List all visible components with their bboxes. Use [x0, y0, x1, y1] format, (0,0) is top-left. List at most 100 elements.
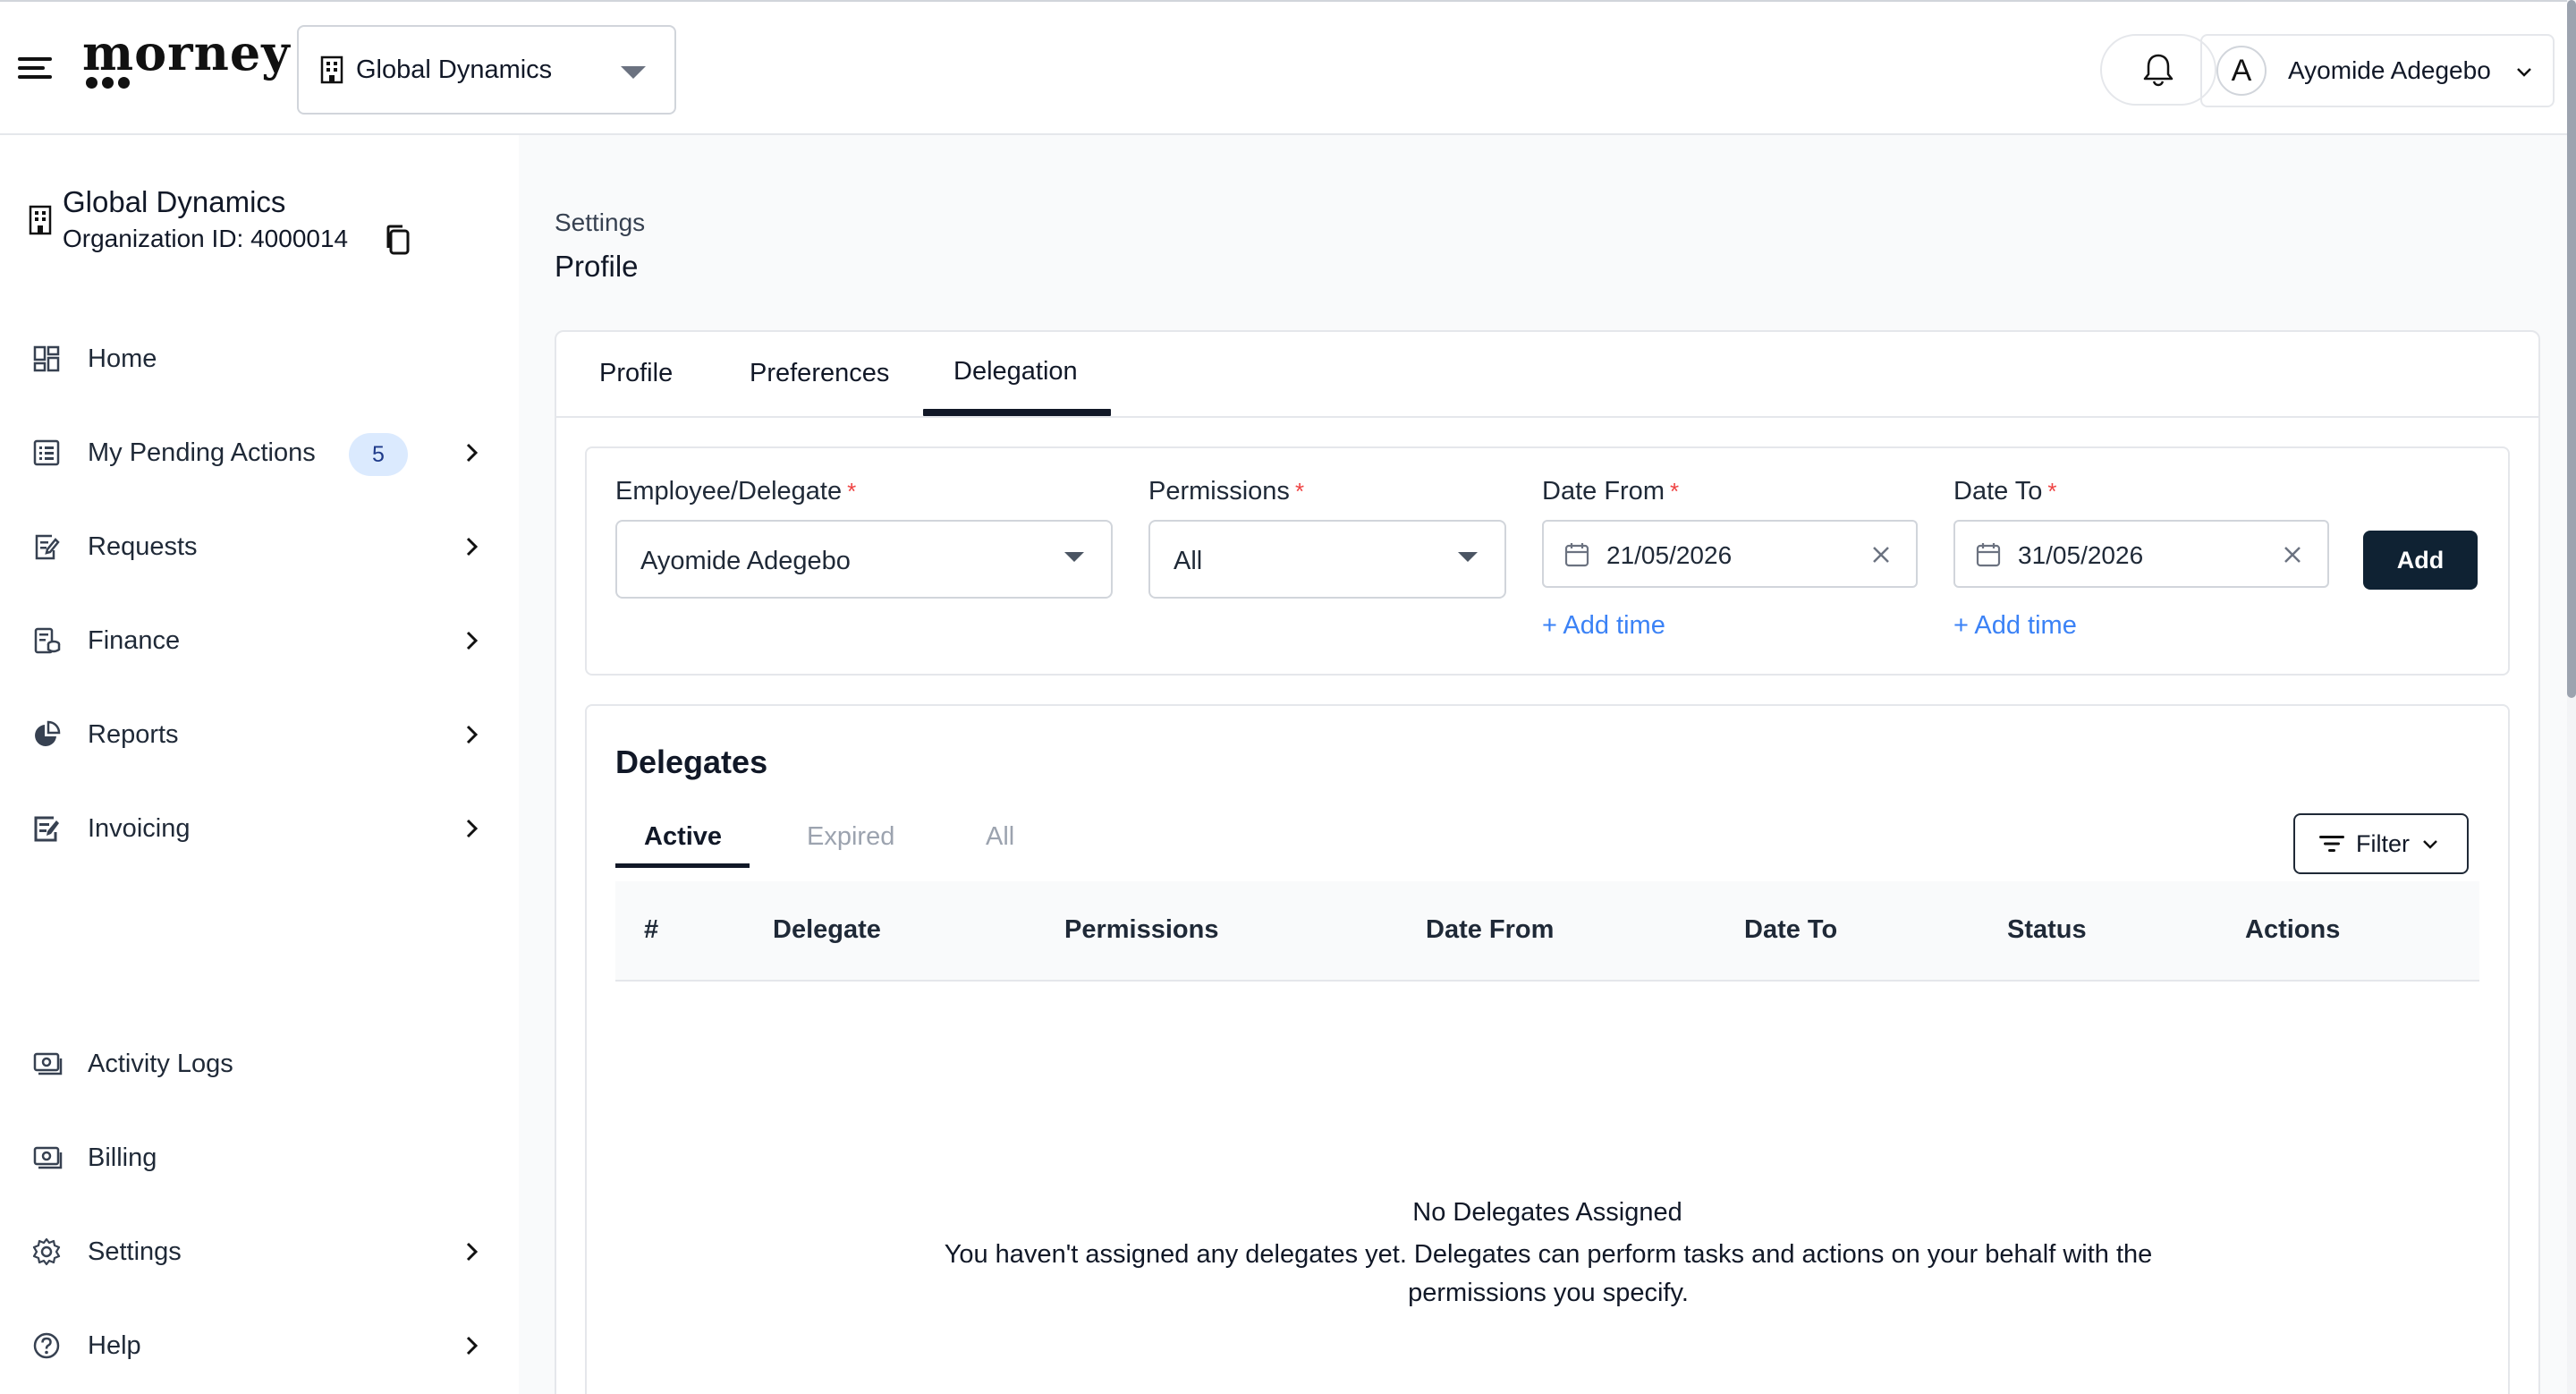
sidebar-item-reports[interactable]: Reports [0, 699, 519, 770]
employee-delegate-select[interactable]: Ayomide Adegebo [615, 520, 1113, 599]
edit-document-icon [32, 532, 61, 561]
hamburger-menu-icon[interactable] [16, 52, 54, 84]
pie-chart-icon [32, 720, 61, 749]
tab-delegation[interactable]: Delegation [953, 357, 1078, 387]
scrollbar-thumb[interactable] [2567, 0, 2576, 698]
date-to-picker[interactable]: 31/05/2026 [1953, 520, 2329, 588]
building-icon [29, 205, 52, 235]
sidebar-item-label: Reports [88, 719, 179, 749]
chevron-down-icon [2513, 61, 2535, 82]
caret-down-icon [621, 66, 646, 79]
employee-delegate-value: Ayomide Adegebo [640, 547, 851, 575]
date-from-add-time-link[interactable]: + Add time [1542, 611, 1665, 641]
empty-state-description: You haven't assigned any delegates yet. … [944, 1240, 2153, 1307]
page-title: Profile [555, 250, 639, 283]
morney-logo[interactable]: morney [82, 29, 291, 91]
filter-button[interactable]: Filter [2293, 813, 2469, 874]
sidebar-item-billing[interactable]: Billing [0, 1122, 519, 1194]
column-header-permissions[interactable]: Permissions [1064, 915, 1218, 945]
filter-icon [2318, 833, 2345, 854]
chevron-right-icon [462, 816, 481, 841]
permissions-label: Permissions * [1148, 477, 1305, 506]
date-from-picker[interactable]: 21/05/2026 [1542, 520, 1918, 588]
gear-icon [32, 1237, 61, 1266]
sidebar-item-label: Finance [88, 625, 181, 655]
caret-down-icon [1458, 552, 1478, 562]
billing-icon [32, 1143, 63, 1172]
column-header-delegate[interactable]: Delegate [773, 915, 881, 945]
subtab-expired[interactable]: Expired [807, 822, 894, 852]
user-menu-button[interactable]: A Ayomide Adegebo [2200, 34, 2555, 107]
subtab-all[interactable]: All [986, 822, 1014, 852]
help-icon [32, 1331, 61, 1360]
settings-card: Profile Preferences Delegation Employee/… [555, 330, 2540, 1394]
finance-icon [32, 626, 61, 655]
column-header-actions[interactable]: Actions [2245, 915, 2340, 945]
sidebar-item-label: Invoicing [88, 813, 191, 843]
chevron-right-icon [462, 1239, 481, 1264]
sidebar-item-label: My Pending Actions [88, 438, 316, 467]
delegates-section: Delegates Active Expired All Filter # De… [585, 704, 2510, 1394]
add-delegate-button[interactable]: Add [2363, 531, 2478, 590]
column-header-status[interactable]: Status [2007, 915, 2087, 945]
top-bar: morney Global Dynamics A Ayomide Adegebo [0, 0, 2576, 135]
date-to-add-time-link[interactable]: + Add time [1953, 611, 2077, 641]
sidebar-item-finance[interactable]: Finance [0, 605, 519, 676]
employee-delegate-label: Employee/Delegate * [615, 477, 857, 506]
breadcrumb[interactable]: Settings [555, 208, 645, 237]
building-icon [320, 55, 343, 84]
column-header-number[interactable]: # [644, 915, 658, 945]
sidebar-item-invoicing[interactable]: Invoicing [0, 793, 519, 864]
column-header-date-from[interactable]: Date From [1426, 915, 1554, 945]
empty-state-title: No Delegates Assigned [1412, 1198, 1682, 1227]
date-to-label: Date To * [1953, 477, 2057, 506]
sidebar: Global Dynamics Organization ID: 4000014… [0, 135, 519, 1394]
bell-icon [2142, 53, 2174, 87]
organization-selector-label: Global Dynamics [356, 55, 553, 84]
tab-profile[interactable]: Profile [599, 359, 673, 388]
notifications-button[interactable] [2100, 34, 2216, 106]
delegates-title: Delegates [615, 744, 768, 780]
permissions-select[interactable]: All [1148, 520, 1506, 599]
date-from-value: 21/05/2026 [1606, 541, 1733, 569]
copy-icon[interactable] [383, 223, 413, 257]
column-header-date-to[interactable]: Date To [1744, 915, 1837, 945]
cash-icon [32, 1050, 63, 1078]
tab-preferences[interactable]: Preferences [750, 359, 889, 388]
clear-date-from-icon[interactable] [1869, 543, 1893, 566]
clear-date-to-icon[interactable] [2281, 543, 2304, 566]
date-from-label: Date From * [1542, 477, 1680, 506]
chevron-right-icon [462, 628, 481, 653]
logo-text: morney [82, 24, 291, 81]
subtab-active[interactable]: Active [644, 822, 722, 852]
date-to-value: 31/05/2026 [2018, 541, 2144, 569]
sidebar-item-pending-actions[interactable]: My Pending Actions 5 [0, 417, 519, 489]
avatar: A [2216, 46, 2267, 96]
user-name: Ayomide Adegebo [2288, 56, 2491, 84]
sidebar-item-requests[interactable]: Requests [0, 511, 519, 582]
active-subtab-indicator [615, 863, 750, 868]
chevron-right-icon [462, 440, 481, 465]
sidebar-item-label: Settings [88, 1237, 182, 1266]
sidebar-item-help[interactable]: Help [0, 1310, 519, 1381]
sidebar-item-label: Activity Logs [88, 1049, 233, 1078]
main-content: Settings Profile Profile Preferences Del… [519, 135, 2567, 1394]
logo-dots [86, 77, 130, 89]
calendar-icon [1563, 541, 1590, 568]
organization-selector[interactable]: Global Dynamics [297, 25, 676, 115]
dashboard-icon [32, 344, 61, 373]
pending-count-badge: 5 [349, 433, 408, 476]
sidebar-item-home[interactable]: Home [0, 323, 519, 395]
chevron-right-icon [462, 534, 481, 559]
filter-label: Filter [2356, 829, 2410, 857]
settings-tabs: Profile Preferences Delegation [556, 332, 2538, 418]
chevron-right-icon [462, 722, 481, 747]
sidebar-item-settings[interactable]: Settings [0, 1216, 519, 1288]
invoice-icon [32, 814, 61, 843]
sidebar-item-activity-logs[interactable]: Activity Logs [0, 1028, 519, 1100]
list-icon [32, 438, 61, 467]
sidebar-item-label: Help [88, 1330, 141, 1360]
chevron-down-icon [2420, 834, 2440, 854]
delegation-form: Employee/Delegate * Ayomide Adegebo Permi… [585, 446, 2510, 676]
sidebar-item-label: Home [88, 344, 157, 373]
